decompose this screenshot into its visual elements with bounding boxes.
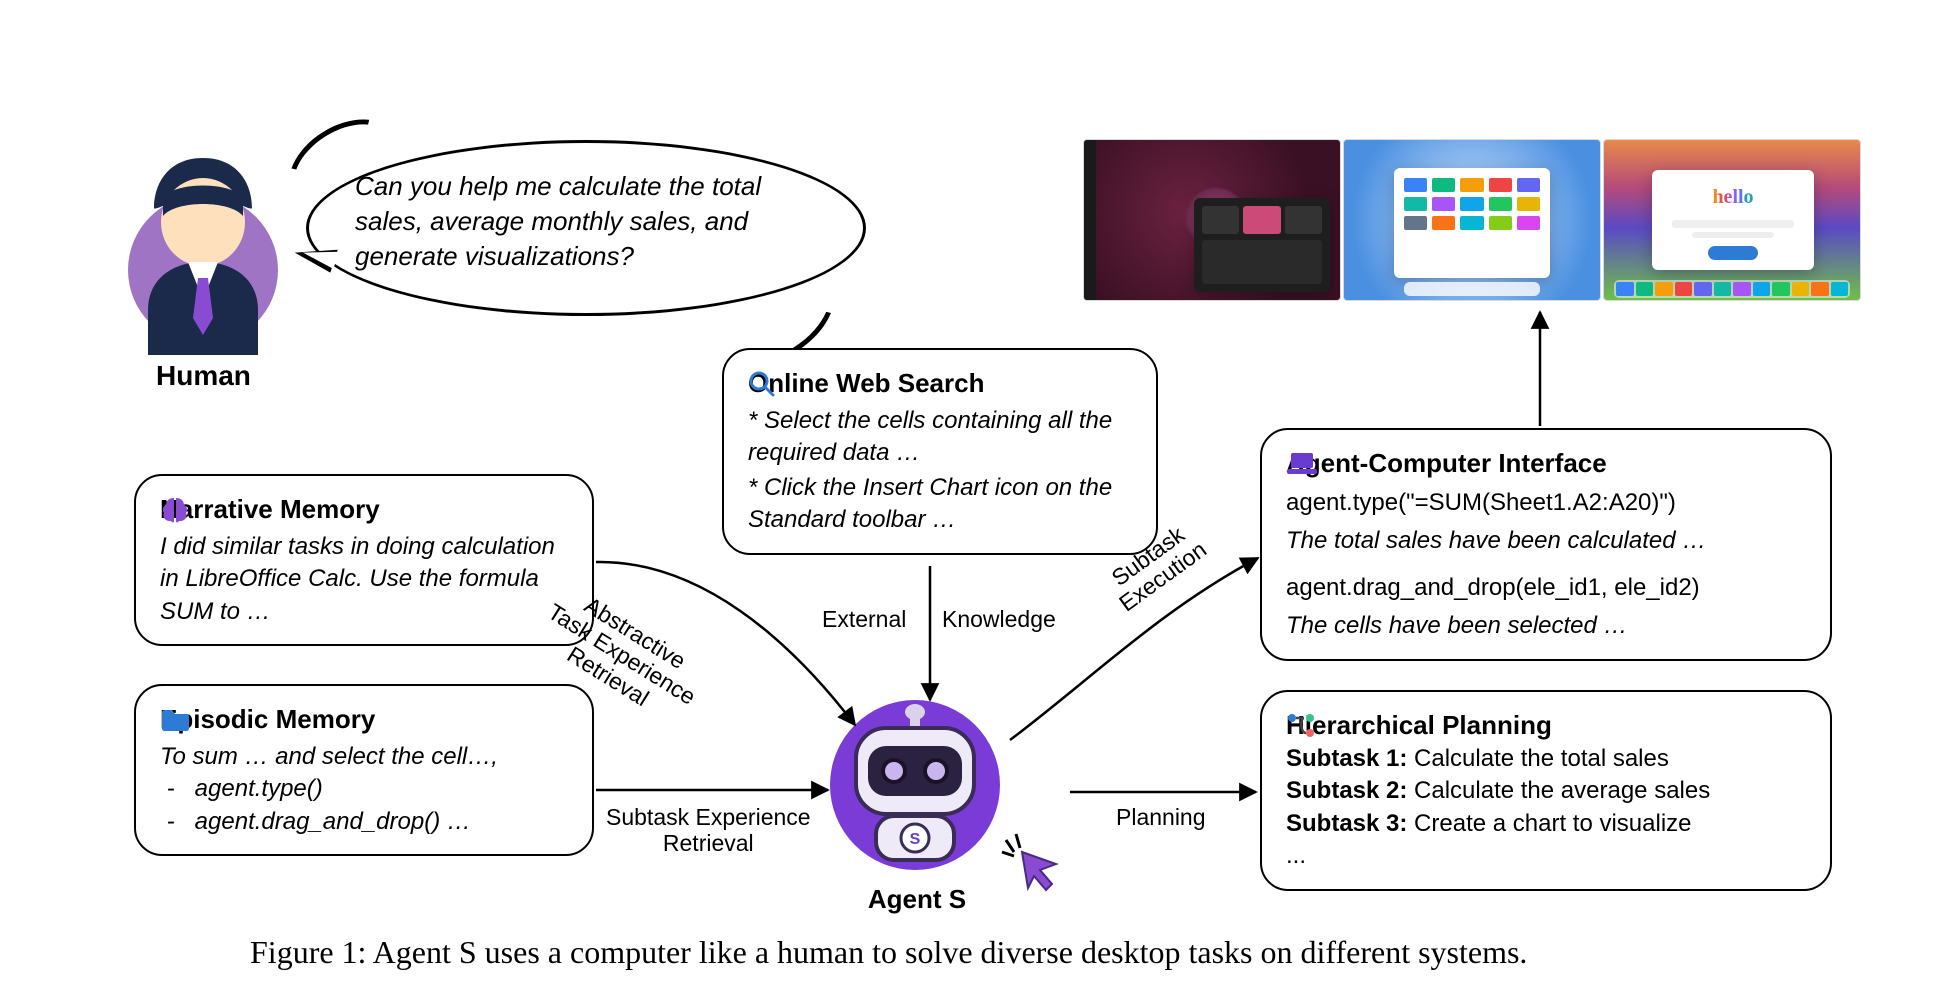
hp-s2t: Calculate the average sales [1407,777,1710,804]
episodic-title: Episodic Memory [160,702,375,737]
speech-bubble: Can you help me calculate the total sale… [306,140,866,316]
episodic-intro: To sum … and select the cell…, [160,741,568,773]
hp-title: Hierarchical Planning [1286,708,1552,743]
desktop-thumb-linux [1084,140,1340,300]
cursor-icon [1000,830,1060,890]
agent-label: Agent S [862,884,972,915]
narrative-title: Narrative Memory [160,492,380,527]
hp-s1t: Calculate the total sales [1407,745,1668,772]
svg-text:S: S [910,831,921,848]
narrative-body: I did similar tasks in doing calculation… [160,531,568,628]
laptop-icon [1286,451,1318,477]
folder-icon [160,707,190,733]
aci-box: Agent-Computer Interface agent.type("=SU… [1260,428,1832,661]
edge-planning: Planning [1116,804,1206,831]
hp-dots: ... [1286,840,1806,872]
aci-r2: The cells have been selected … [1286,610,1806,642]
aci-c2: agent.drag_and_drop(ele_id1, ele_id2) [1286,572,1806,604]
hp-s3l: Subtask 3: [1286,810,1407,837]
hp-s3t: Create a chart to visualize [1407,810,1691,837]
desktop-thumb-macos: hello [1604,140,1860,300]
episodic-li1: agent.type() [195,775,323,802]
web-search-l2: * Click the Insert Chart icon on the Sta… [748,472,1132,537]
speech-text: Can you help me calculate the total sale… [355,171,761,271]
narrative-memory-box: Narrative Memory I did similar tasks in … [134,474,594,646]
edge-subtask-exp: Subtask Experience Retrieval [606,804,811,857]
human-label: Human [156,360,251,392]
edge-knowledge: Knowledge [942,606,1056,633]
figure-caption: Figure 1: Agent S uses a computer like a… [250,934,1527,971]
edge-external: External [822,606,906,633]
hp-s1l: Subtask 1: [1286,745,1407,772]
episodic-memory-box: Episodic Memory To sum … and select the … [134,684,594,856]
brain-icon [160,496,190,524]
web-search-l1: * Select the cells containing all the re… [748,405,1132,470]
aci-r1: The total sales have been calculated … [1286,525,1806,557]
desktop-thumb-windows [1344,140,1600,300]
figure-stage: Human Can you help me calculate the tota… [0,0,1938,998]
episodic-li2: agent.drag_and_drop() … [195,808,471,835]
hierarchy-icon [1286,713,1316,739]
web-search-box: Online Web Search * Select the cells con… [722,348,1158,555]
aci-title: Agent-Computer Interface [1286,446,1607,481]
hp-s2l: Subtask 2: [1286,777,1407,804]
aci-c1: agent.type("=SUM(Sheet1.A2:A20)") [1286,487,1806,519]
web-search-title: Online Web Search [748,366,984,401]
robot-icon: S [838,688,992,878]
search-icon [748,370,776,398]
hp-box: Hierarchical Planning Subtask 1: Calcula… [1260,690,1832,891]
human-avatar-icon [118,150,288,355]
